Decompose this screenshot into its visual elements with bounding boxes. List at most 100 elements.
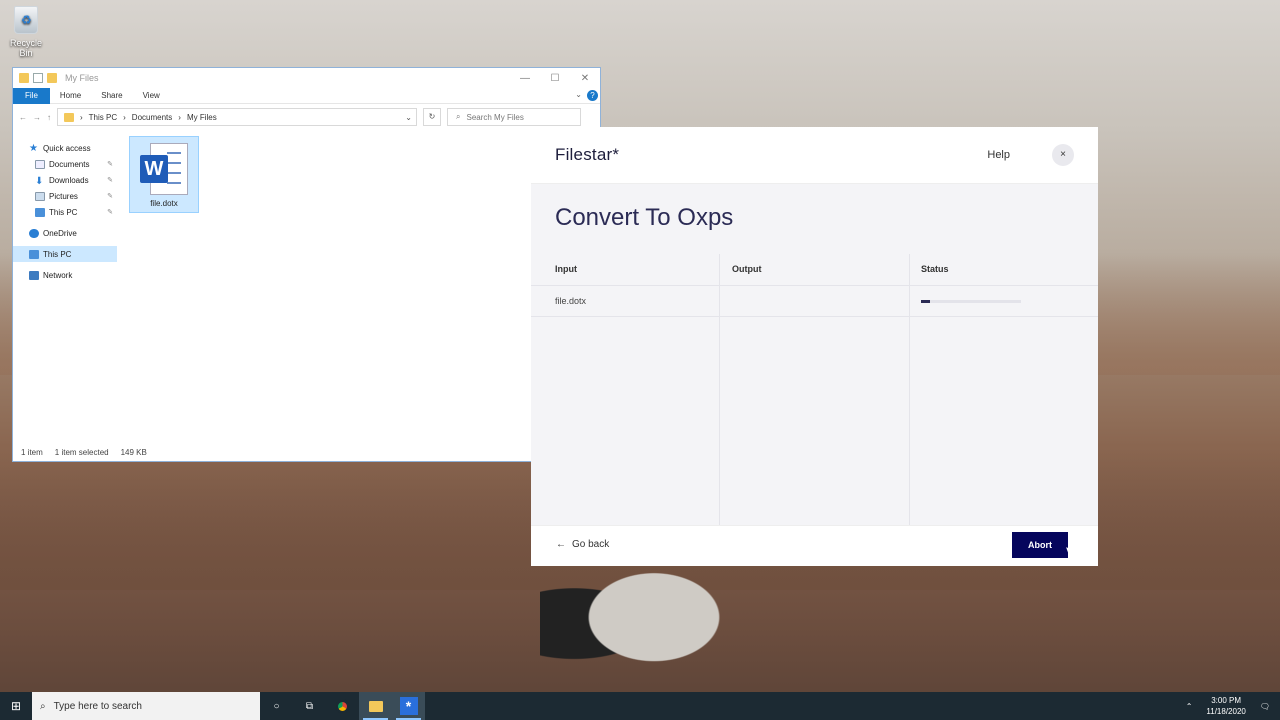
background-photo-subject [540,566,730,694]
task-view-icon[interactable]: ⧉ [293,692,326,720]
file-item[interactable]: W file.dotx [129,136,199,213]
row-input-filename: file.dotx [555,296,587,306]
cloud-icon [29,228,39,238]
nav-label: This PC [49,207,78,217]
refresh-icon[interactable]: ↻ [423,108,441,126]
progress-bar [921,300,1021,303]
tab-file[interactable]: File [13,87,50,104]
up-arrow-icon[interactable]: ↑ [47,113,51,122]
pin-icon[interactable]: ✎ [107,176,113,184]
nav-item-downloads[interactable]: ⬇ Downloads ✎ [13,172,117,188]
system-tray: ⌃ 3:00 PM 11/18/2020 🗨 [1186,695,1280,717]
chevron-up-icon[interactable]: ⌃ [1186,702,1193,711]
file-explorer-window: My Files — ☐ ✕ File Home Share View ⌄ ? … [12,67,601,462]
tab-view[interactable]: View [133,88,170,104]
address-bar[interactable]: › This PC › Documents › My Files ⌄ [57,108,417,126]
cortana-icon[interactable]: ○ [260,692,293,720]
file-explorer-taskbar-icon[interactable] [359,692,392,720]
computer-icon [29,249,39,259]
tab-share[interactable]: Share [91,88,132,104]
recycle-bin-icon [14,6,38,34]
taskbar: ⊞ ⌕ Type here to search ○ ⧉ * ⌃ 3:00 PM … [0,692,1280,720]
progress-fill [921,300,930,303]
abort-button[interactable]: Abort [1012,532,1068,558]
nav-item-onedrive[interactable]: OneDrive [13,225,117,241]
nav-item-this-pc-quick[interactable]: This PC ✎ [13,204,117,220]
breadcrumb-sep-icon: › [178,112,181,122]
expand-ribbon-icon[interactable]: ⌄ [575,90,582,99]
breadcrumb-documents[interactable]: Documents [132,113,172,122]
notification-icon[interactable]: 🗨 [1260,702,1270,711]
clock[interactable]: 3:00 PM 11/18/2020 [1206,695,1245,717]
close-button[interactable]: × [1052,144,1074,166]
search-placeholder: Search My Files [466,112,524,122]
minimize-icon[interactable]: — [510,73,540,84]
nav-item-quick-access[interactable]: ★ Quick access [13,140,117,156]
breadcrumb-sep-icon: › [80,112,83,122]
column-divider [909,254,910,526]
help-link[interactable]: Help [987,149,1010,161]
taskbar-search-input[interactable]: ⌕ Type here to search [32,692,260,720]
file-name: file.dotx [150,199,178,208]
pin-icon[interactable]: ✎ [107,192,113,200]
help-icon[interactable]: ? [587,90,598,101]
pin-icon[interactable]: ✎ [107,208,113,216]
nav-label: OneDrive [43,228,77,238]
nav-label: Network [43,270,73,280]
breadcrumb-sep-icon: › [123,112,126,122]
chevron-down-icon[interactable]: ⌄ [405,113,412,122]
nav-item-network[interactable]: Network [13,267,117,283]
desktop-icon-recycle-bin[interactable]: Recycle Bin [4,6,48,58]
computer-icon [35,207,45,217]
navigation-pane: ★ Quick access Documents ✎ ⬇ Downloads ✎… [13,140,117,283]
back-arrow-icon[interactable]: ← [19,113,27,122]
clock-time: 3:00 PM [1211,696,1242,705]
nav-label: Pictures [49,191,78,201]
forward-arrow-icon[interactable]: → [33,113,41,122]
start-button[interactable]: ⊞ [0,692,32,720]
pictures-icon [35,191,45,201]
go-back-label: Go back [572,539,610,550]
documents-icon [35,159,45,169]
filestar-taskbar-icon[interactable]: * [392,692,425,720]
go-back-link[interactable]: ← Go back [556,539,609,550]
star-icon: ★ [29,142,38,154]
address-row: ← → ↑ › This PC › Documents › My Files ⌄… [13,104,600,130]
word-document-icon: W [140,143,188,195]
status-item-count: 1 item [21,448,43,457]
properties-icon[interactable] [33,73,43,83]
new-folder-icon[interactable] [47,73,57,83]
status-size: 149 KB [120,448,147,457]
window-title: My Files [65,73,99,83]
conversion-table: Input Output Status file.dotx [531,254,1098,526]
close-icon[interactable]: ✕ [570,73,600,84]
clock-date: 11/18/2020 [1206,707,1246,716]
breadcrumb-my-files[interactable]: My Files [187,113,217,122]
filestar-footer: ← Go back Abort [531,525,1098,566]
tab-home[interactable]: Home [50,88,91,104]
breadcrumb-this-pc[interactable]: This PC [89,113,117,122]
search-icon: ⌕ [40,700,46,712]
word-letter: W [140,155,168,183]
nav-item-documents[interactable]: Documents ✎ [13,156,117,172]
nav-item-this-pc[interactable]: This PC [13,246,117,262]
column-divider [719,254,720,526]
filestar-header: Filestar* Help × [531,127,1098,184]
column-header-status: Status [921,264,949,274]
filestar-window: Filestar* Help × Convert To Oxps Input O… [531,127,1098,566]
ribbon-tabs: File Home Share View ⌄ ? [13,87,600,104]
nav-label: Documents [49,159,90,169]
status-bar: 1 item 1 item selected 149 KB [21,448,147,457]
maximize-icon[interactable]: ☐ [540,73,570,84]
chrome-icon[interactable] [326,692,359,720]
nav-label: This PC [43,249,72,259]
column-header-input: Input [555,264,577,274]
search-input[interactable]: ⌕ Search My Files [447,108,581,126]
status-selected: 1 item selected [54,448,109,457]
pin-icon[interactable]: ✎ [107,160,113,168]
brand-logo: Filestar* [555,145,620,164]
nav-item-pictures[interactable]: Pictures ✎ [13,188,117,204]
download-icon: ⬇ [35,175,44,187]
search-icon: ⌕ [456,112,461,121]
explorer-title-bar: My Files — ☐ ✕ [13,68,600,88]
